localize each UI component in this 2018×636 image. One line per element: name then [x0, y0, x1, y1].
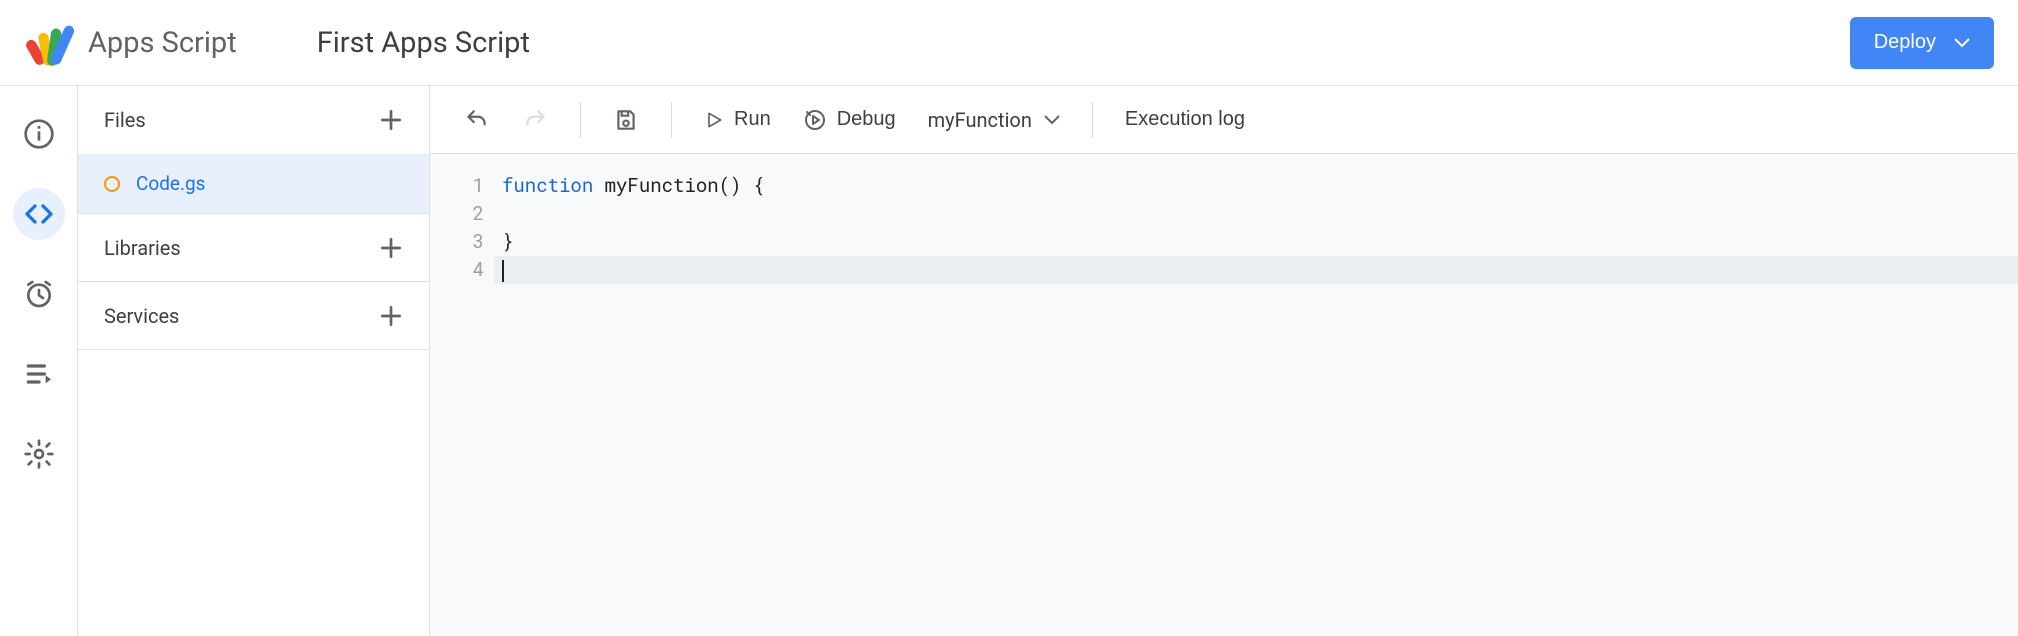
save-icon — [613, 107, 639, 133]
line-number: 3 — [430, 228, 484, 256]
app-logo-wrap[interactable]: Apps Script — [24, 18, 237, 68]
run-label: Run — [734, 108, 771, 131]
plus-icon — [378, 107, 404, 133]
triggers-button[interactable] — [13, 268, 65, 320]
redo-button[interactable] — [508, 99, 562, 141]
redo-icon — [522, 107, 548, 133]
save-button[interactable] — [599, 99, 653, 141]
run-button[interactable]: Run — [690, 100, 785, 139]
code-line[interactable] — [502, 200, 764, 228]
unsaved-indicator-icon — [104, 176, 120, 192]
function-selector[interactable]: myFunction — [914, 100, 1074, 140]
body: Files Code.gs Libraries Services — [0, 86, 2018, 636]
editor-button[interactable] — [13, 188, 65, 240]
editor-main: Run Debug myFunction Execution log 1 2 3… — [430, 86, 2018, 636]
header: Apps Script First Apps Script Deploy — [0, 0, 2018, 86]
libraries-section-header: Libraries — [78, 214, 429, 282]
line-number: 2 — [430, 200, 484, 228]
execution-log-button[interactable]: Execution log — [1111, 100, 1259, 139]
gear-icon — [23, 438, 55, 470]
debug-icon — [803, 108, 827, 132]
code-line[interactable] — [502, 256, 764, 284]
toolbar-separator — [580, 102, 581, 138]
undo-button[interactable] — [450, 99, 504, 141]
chevron-down-icon — [1044, 115, 1060, 125]
plus-icon — [378, 235, 404, 261]
code-content[interactable]: function myFunction() { } — [502, 172, 764, 636]
editor-toolbar: Run Debug myFunction Execution log — [430, 86, 2018, 154]
services-label: Services — [104, 304, 179, 328]
undo-icon — [464, 107, 490, 133]
execution-log-label: Execution log — [1125, 108, 1245, 131]
line-number-gutter: 1 2 3 4 — [430, 172, 502, 636]
add-library-button[interactable] — [371, 228, 411, 268]
libraries-label: Libraries — [104, 236, 181, 260]
text-cursor — [502, 260, 504, 282]
project-title[interactable]: First Apps Script — [317, 26, 530, 60]
toolbar-separator — [671, 102, 672, 138]
line-number: 1 — [430, 172, 484, 200]
left-rail — [0, 86, 78, 636]
files-section-header: Files — [78, 86, 429, 154]
play-icon — [704, 110, 724, 130]
selected-function-name: myFunction — [928, 108, 1032, 132]
files-pane: Files Code.gs Libraries Services — [78, 86, 430, 636]
chevron-down-icon — [1954, 38, 1970, 48]
executions-button[interactable] — [13, 348, 65, 400]
code-icon — [23, 198, 55, 230]
apps-script-logo-icon — [24, 18, 74, 68]
deploy-button[interactable]: Deploy — [1850, 17, 1994, 69]
add-service-button[interactable] — [371, 296, 411, 336]
info-icon — [23, 118, 55, 150]
code-line[interactable]: } — [502, 228, 764, 256]
code-line[interactable]: function myFunction() { — [502, 172, 764, 200]
debug-label: Debug — [837, 108, 896, 131]
executions-icon — [23, 358, 55, 390]
file-item-code-gs[interactable]: Code.gs — [78, 154, 429, 214]
code-editor[interactable]: 1 2 3 4 function myFunction() { } — [430, 154, 2018, 636]
deploy-label: Deploy — [1874, 31, 1936, 54]
app-name: Apps Script — [88, 26, 237, 60]
services-section-header: Services — [78, 282, 429, 350]
toolbar-separator — [1092, 102, 1093, 138]
line-number: 4 — [430, 256, 484, 284]
settings-button[interactable] — [13, 428, 65, 480]
add-file-button[interactable] — [371, 100, 411, 140]
clock-icon — [23, 278, 55, 310]
overview-button[interactable] — [13, 108, 65, 160]
files-label: Files — [104, 108, 146, 132]
plus-icon — [378, 303, 404, 329]
file-name: Code.gs — [136, 172, 205, 195]
debug-button[interactable]: Debug — [789, 100, 910, 140]
